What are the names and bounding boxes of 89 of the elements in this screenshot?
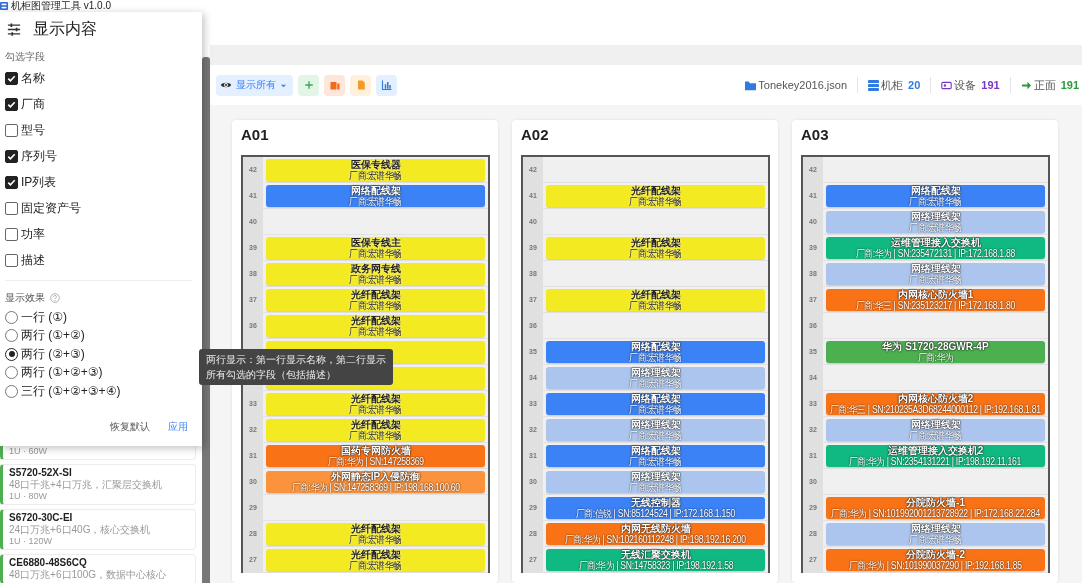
- device-detail: 厂商:宏谱华畅: [349, 196, 402, 207]
- stat-label: 正面: [1033, 77, 1056, 93]
- file-name: Tonekey2016.json: [758, 79, 848, 91]
- device-name: 网络理线架: [630, 419, 681, 430]
- device-detail: 厂商:华三 | SN:210235A3D68244000112 | IP:192.168.1.81: [830, 404, 1041, 415]
- device-detail: 厂商:信锐 | SN:85124524 | IP:172.168.1.150: [575, 508, 736, 519]
- device-detail: 厂商:宏谱华畅: [349, 300, 402, 311]
- device-detail: 厂商:华为 | SN:101990037290 | IP:192.168.1.85: [849, 560, 1022, 571]
- device-name: 网络理线架: [630, 367, 681, 378]
- device-name: 网络配线架: [350, 185, 401, 196]
- device-name: 政务网专线: [350, 263, 401, 274]
- rack-name: A03: [801, 126, 830, 145]
- device-name: 网络配线架: [910, 185, 961, 196]
- device-detail: 厂商:华为 | SN:147258369: [327, 456, 424, 467]
- device-detail: 厂商:宏谱华畅: [629, 456, 682, 467]
- device-detail: 厂商:华为 | SN:147258369 | IP:198.168.100.60: [291, 482, 460, 493]
- device-name: 网络理线架: [910, 211, 961, 222]
- device-spec: 1U · 60W: [9, 446, 48, 457]
- device-name: 光纤配线架: [350, 419, 401, 430]
- device-model: S5720-52X-SI: [9, 467, 73, 479]
- device-description: 48口千兆+4口万兆，汇聚层交换机: [9, 479, 163, 491]
- device-model: CE6880-48S6CQ: [9, 557, 88, 569]
- device-name: 分院防火墙-1: [906, 497, 965, 508]
- device-detail: 厂商:宏谱华畅: [909, 196, 962, 207]
- device-detail: 厂商:宏谱华畅: [349, 170, 402, 181]
- device-detail: 厂商:华为 | SN:101992001213728922 | IP:172.168.22.284: [831, 508, 1040, 519]
- device-name: 网络理线架: [910, 263, 961, 274]
- stat-label: 机柜: [881, 77, 904, 93]
- device-description: 24口万兆+6口40G，核心交换机: [9, 524, 152, 536]
- device-name: 运维管理接入交换机: [890, 237, 981, 248]
- device-detail: 厂商:宏谱华畅: [629, 404, 682, 415]
- rack-name: A02: [521, 126, 550, 145]
- window-title: 机柜图管理工具 v1.0.0: [11, 0, 112, 12]
- device-name: 国药专网防火墙: [340, 445, 411, 456]
- stat-count: 20: [908, 79, 921, 91]
- rack-name: A01: [241, 126, 270, 145]
- device-detail: 厂商:宏谱华畅: [349, 326, 402, 337]
- device-name: 无线控制器: [630, 497, 681, 508]
- device-name: 内网无线防火墙: [620, 523, 691, 534]
- device-name: 医保专线器: [350, 159, 401, 170]
- device-name: 内网核心防火墙1: [897, 289, 974, 300]
- device-detail: 厂商:宏谱华畅: [349, 404, 402, 415]
- device-detail: 厂商:宏谱华畅: [349, 560, 402, 571]
- device-name: 医保专线主: [350, 237, 401, 248]
- device-name: 网络理线架: [910, 523, 961, 534]
- device-name: 无线汇聚交换机: [620, 549, 691, 560]
- device-detail: 厂商:宏谱华畅: [629, 352, 682, 363]
- stat-count: 191: [981, 79, 1000, 91]
- device-name: 网络配线架: [630, 393, 681, 404]
- device-description: 48口万兆+6口100G，数据中心核心: [9, 569, 167, 581]
- device-detail: 厂商:华为: [917, 352, 954, 363]
- tooltip: 两行显示：第一行显示名称，第二行显示所有勾选的字段（包括描述）: [199, 349, 393, 385]
- device-name: 网络配线架: [630, 445, 681, 456]
- device-name: 分院防火墙-2: [906, 549, 965, 560]
- device-detail: 厂商:华为 | SN:102160112248 | IP:198.192.16.200: [564, 534, 747, 545]
- device-name: 光纤配线架: [630, 289, 681, 300]
- device-name: 光纤配线架: [350, 289, 401, 300]
- device-name: 光纤配线架: [630, 185, 681, 196]
- device-detail: 厂商:宏谱华畅: [629, 300, 682, 311]
- device-name: 网络配线架: [630, 341, 681, 352]
- device-name: 光纤配线架: [350, 393, 401, 404]
- device-name: 光纤配线架: [350, 315, 401, 326]
- device-detail: 厂商:华为 | SN:2354131221 | IP:198.192.11.161: [849, 456, 1022, 467]
- stat-count: 191: [1060, 79, 1079, 91]
- device-name: 华为 S1720-28GWR-4P: [882, 341, 989, 352]
- device-detail: 厂商:华为 | SN:235472131 | IP:172.168.1.88: [855, 248, 1016, 259]
- device-detail: 厂商:华为 | SN:14758323 | IP:198.192.1.58: [578, 560, 733, 571]
- device-name: 外网静态IP入侵防御: [330, 471, 421, 482]
- device-name: 光纤配线架: [630, 237, 681, 248]
- device-name: 内网核心防火墙2: [897, 393, 974, 404]
- device-detail: 厂商:宏谱华畅: [349, 430, 402, 441]
- device-name: 网络理线架: [910, 419, 961, 430]
- device-detail: 厂商:宏谱华畅: [629, 196, 682, 207]
- section-label: 显示效果: [5, 291, 45, 305]
- device-spec: 1U · 80W: [9, 491, 48, 502]
- device-model: S6720-30C-EI: [9, 512, 74, 524]
- device-name: 光纤配线架: [350, 549, 401, 560]
- device-detail: 厂商:华三 | SN:235123217 | IP:172.168.1.80: [855, 300, 1016, 311]
- device-detail: 厂商:宏谱华畅: [349, 534, 402, 545]
- popup-title: 显示内容: [33, 18, 97, 39]
- device-detail: 厂商:宏谱华畅: [629, 248, 682, 259]
- device-detail: 厂商:宏谱华畅: [349, 248, 402, 259]
- device-spec: 1U · 120W: [9, 536, 53, 547]
- device-name: 网络理线架: [630, 471, 681, 482]
- device-detail: 厂商:宏谱华畅: [349, 274, 402, 285]
- device-name: 运维管理接入交换机2: [887, 445, 984, 456]
- section-label: 勾选字段: [5, 50, 46, 64]
- stat-label: 设备: [954, 77, 977, 93]
- device-name: 光纤配线架: [350, 523, 401, 534]
